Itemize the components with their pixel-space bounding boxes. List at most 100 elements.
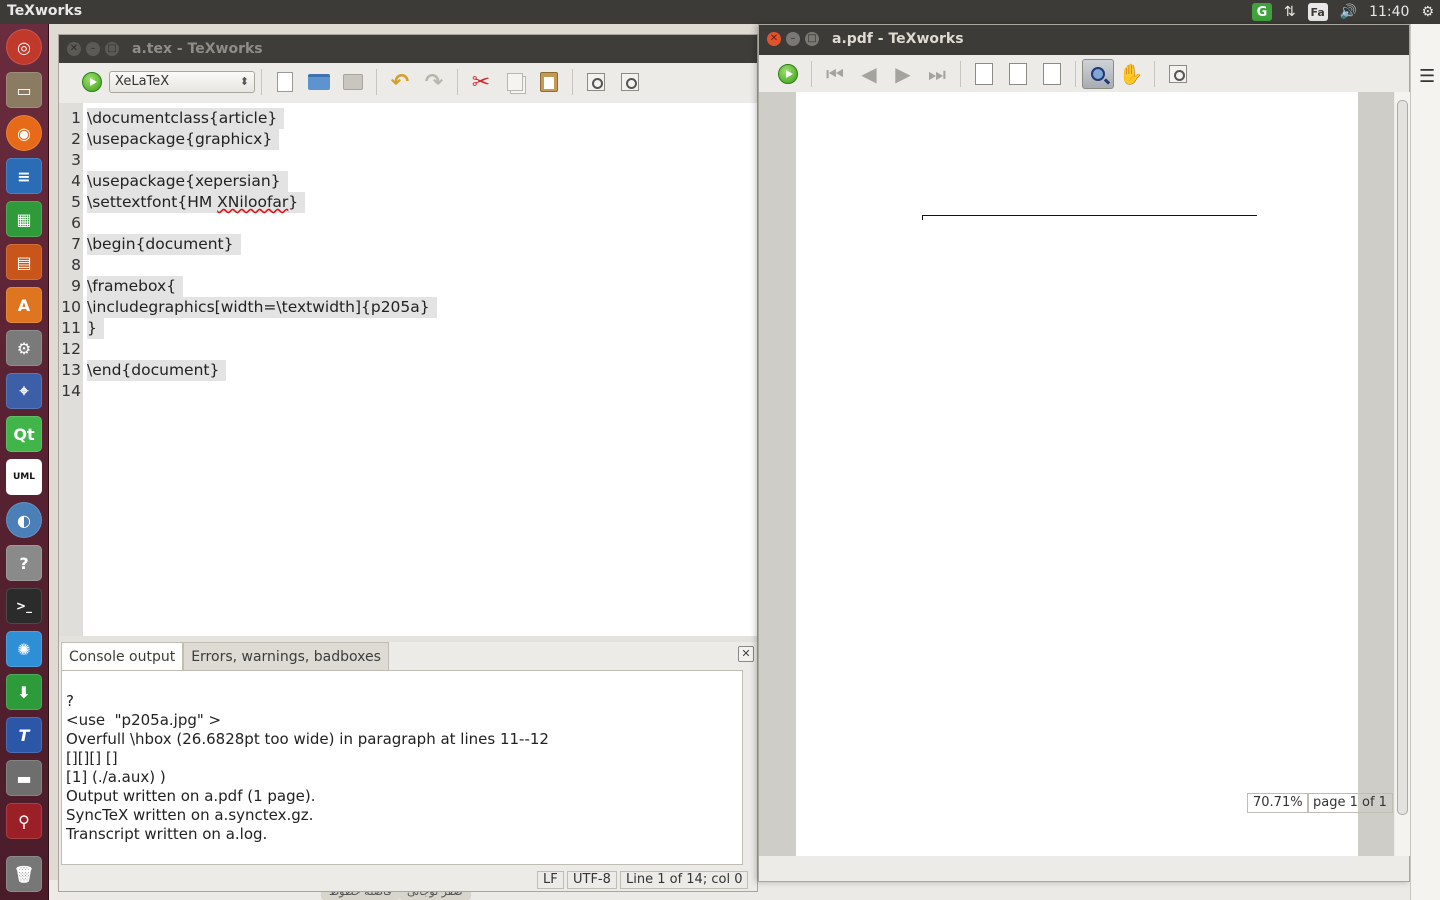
pdf-typeset-button[interactable] [774, 60, 802, 88]
system-tray: G ⇅ Fa 🔊 11:40 ⚙ [1246, 0, 1440, 24]
grammarly-icon: G [1251, 3, 1272, 21]
line-ending-indicator[interactable]: LF [537, 871, 564, 889]
network-indicator[interactable]: ⇅ [1278, 0, 1302, 24]
encoding-indicator[interactable]: UTF-8 [567, 871, 617, 889]
files-icon[interactable]: ▭ [6, 72, 42, 108]
toolbar-separator [572, 69, 573, 95]
undo-button[interactable]: ↶ [386, 68, 414, 96]
line-text: \includegraphics[width=\textwidth]{p205a… [87, 297, 437, 318]
copy-button[interactable] [501, 68, 529, 96]
firefox-icon[interactable]: ◉ [6, 115, 42, 151]
pdf-find-button[interactable] [1164, 60, 1192, 88]
terminal-icon[interactable]: >_ [6, 588, 42, 624]
line-number: 14 [61, 382, 81, 400]
replace-button[interactable] [616, 68, 644, 96]
fit-width-button[interactable] [1004, 60, 1032, 88]
remmina-icon[interactable]: ◐ [6, 502, 42, 538]
redo-icon: ↷ [424, 69, 444, 95]
texworks-icon[interactable]: T [6, 717, 42, 753]
line-text: \usepackage{graphicx} [87, 129, 280, 150]
next-page-button[interactable]: ▶ [889, 60, 917, 88]
tab-errors-warnings[interactable]: Errors, warnings, badboxes [183, 642, 389, 670]
software-center-icon[interactable]: A [6, 287, 42, 323]
toolbar-separator [457, 69, 458, 95]
magnifier-tool-button[interactable] [1082, 59, 1114, 89]
editor-titlebar[interactable]: ✕ – □ a.tex - TeXworks [59, 35, 757, 63]
qt-creator-icon[interactable]: Qt [6, 416, 42, 452]
pdf-scrollbar[interactable] [1395, 92, 1410, 856]
cursor-position[interactable]: Line 1 of 14; col 0 [620, 871, 749, 889]
keyboard-layout-indicator[interactable]: Fa [1302, 0, 1334, 24]
download-icon[interactable]: ⬇ [6, 674, 42, 710]
first-page-button[interactable]: ⏮ [821, 60, 849, 88]
drive-icon[interactable]: ▬ [6, 760, 42, 796]
line-number: 6 [71, 214, 81, 232]
code-editor[interactable]: 1 \documentclass{article} 2 \usepackage{gra… [59, 103, 757, 636]
pdf-viewport[interactable] [759, 92, 1394, 856]
previous-page-button[interactable]: ◀ [855, 60, 883, 88]
replace-icon [621, 73, 639, 91]
calc-icon[interactable]: ▦ [6, 201, 42, 237]
cut-button[interactable]: ✂ [467, 68, 495, 96]
zoom-level[interactable]: 70.71% [1247, 793, 1309, 813]
misspelled-word: XNiloofar [217, 193, 289, 211]
console-output[interactable]: ? <use "p205a.jpg" > Overfull \hbox (26.68… [61, 670, 743, 865]
trash-icon[interactable]: 🗑 [6, 856, 42, 892]
system-settings-icon[interactable]: ⚙ [6, 330, 42, 366]
paste-button[interactable] [535, 68, 563, 96]
toolbar-separator [261, 69, 262, 95]
writer-icon[interactable]: ≡ [6, 158, 42, 194]
volume-icon: 🔊 [1339, 4, 1358, 20]
new-file-button[interactable] [271, 68, 299, 96]
volume-indicator[interactable]: 🔊 [1334, 0, 1363, 24]
usb-drive-icon[interactable]: ⚲ [6, 803, 42, 839]
engine-select[interactable]: XeLaTeX [109, 71, 255, 93]
line-text: \usepackage{xepersian} [87, 171, 288, 192]
line-number: 4 [71, 172, 81, 190]
close-panel-button[interactable]: ✕ [738, 646, 754, 662]
pdf-maximize-button[interactable]: □ [805, 32, 819, 46]
toolbar-separator [376, 69, 377, 95]
actual-size-icon [975, 63, 993, 85]
pdf-close-button[interactable]: ✕ [767, 32, 781, 46]
uml-icon[interactable]: UML [6, 459, 42, 495]
help-icon[interactable]: ? [6, 545, 42, 581]
session-menu[interactable]: ⚙ [1415, 0, 1440, 24]
pdf-titlebar[interactable]: ✕ – □ a.pdf - TeXworks [759, 25, 1409, 55]
screenshot-app-icon[interactable]: ⌖ [6, 373, 42, 409]
screensaver-icon[interactable]: ✺ [6, 631, 42, 667]
find-button[interactable] [582, 68, 610, 96]
page-indicator[interactable]: page 1 of 1 [1307, 793, 1393, 813]
arrow-left-icon: ◀ [861, 62, 877, 86]
pdf-scroll-thumb[interactable] [1397, 100, 1408, 815]
line-number: 7 [71, 235, 81, 253]
line-text-after: } [288, 193, 299, 211]
editor-close-button[interactable]: ✕ [67, 42, 81, 56]
last-page-icon: ⏭ [928, 62, 946, 86]
hamburger-menu-icon[interactable]: ☰ [1419, 66, 1435, 87]
actual-size-button[interactable] [970, 60, 998, 88]
redo-button[interactable]: ↷ [420, 68, 448, 96]
editor-minimize-button[interactable]: – [86, 42, 100, 56]
save-file-button[interactable] [339, 68, 367, 96]
console-line: Overfull \hbox (26.6828pt too wide) in p… [66, 730, 549, 748]
framebox-top-rule [922, 215, 1257, 216]
grammarly-indicator[interactable]: G [1246, 0, 1278, 24]
line-number: 2 [71, 130, 81, 148]
ubuntu-dash-icon[interactable]: ◎ [6, 29, 42, 65]
clock[interactable]: 11:40 [1363, 0, 1415, 24]
app-title: TeXworks [7, 3, 83, 19]
open-file-button[interactable] [305, 68, 333, 96]
fit-window-button[interactable] [1038, 60, 1066, 88]
pdf-minimize-button[interactable]: – [786, 32, 800, 46]
toolbar-separator [1154, 61, 1155, 87]
line-number: 10 [61, 298, 81, 316]
tab-console-output[interactable]: Console output [61, 642, 184, 670]
framebox-left-tick [922, 215, 923, 220]
line-number: 3 [71, 151, 81, 169]
editor-maximize-button[interactable]: □ [105, 42, 119, 56]
last-page-button[interactable]: ⏭ [923, 60, 951, 88]
impress-icon[interactable]: ▤ [6, 244, 42, 280]
typeset-button[interactable] [78, 68, 106, 96]
scroll-tool-button[interactable]: ✋ [1117, 60, 1145, 88]
